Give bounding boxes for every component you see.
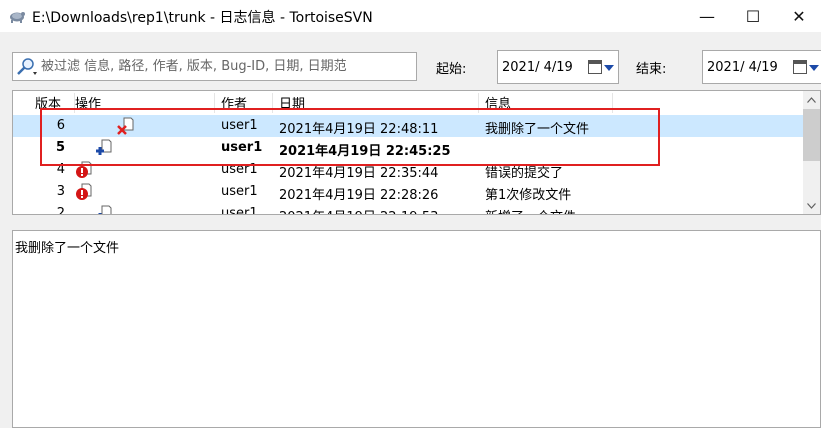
- modify-file-icon: [76, 161, 92, 178]
- date-cell: 2021年4月19日 22:48:11: [279, 122, 439, 137]
- date-cell: 2021年4月19日 22:19:53: [279, 206, 438, 214]
- start-date-label: 起始:: [436, 62, 467, 77]
- chevron-down-icon[interactable]: [809, 65, 819, 71]
- search-icon[interactable]: [15, 57, 39, 77]
- modify-file-icon: [76, 183, 92, 200]
- start-date-value[interactable]: 2021/ 4/19: [502, 60, 573, 75]
- revision-cell: 4: [56, 162, 65, 177]
- revision-cell: 5: [55, 140, 65, 155]
- window-title: E:\Downloads\rep1\trunk - 日志信息 - Tortois…: [32, 10, 373, 26]
- log-row[interactable]: 4 user1 2021年4月19日 22:35:44 错误的提交了: [13, 159, 803, 181]
- column-header-action[interactable]: 操作: [69, 93, 215, 113]
- calendar-icon[interactable]: [793, 60, 807, 74]
- log-row[interactable]: 5 user1 2021年4月19日 22:45:25: [13, 137, 803, 159]
- author-cell: user1: [221, 118, 258, 133]
- author-cell: user1: [221, 162, 258, 177]
- list-scrollbar[interactable]: [803, 91, 820, 214]
- date-cell: 2021年4月19日 22:35:44: [279, 166, 439, 181]
- column-header-date[interactable]: 日期: [273, 93, 479, 113]
- revision-cell: 2: [56, 206, 65, 215]
- message-cell: 第1次修改文件: [485, 188, 572, 203]
- filter-box[interactable]: [12, 52, 417, 81]
- log-message-panel[interactable]: 我删除了一个文件: [12, 230, 821, 428]
- end-date-value[interactable]: 2021/ 4/19: [707, 60, 778, 75]
- author-cell: user1: [221, 184, 258, 199]
- message-cell: 我删除了一个文件: [485, 122, 590, 137]
- maximize-button[interactable]: ☐: [730, 0, 776, 32]
- revision-cell: 3: [56, 184, 65, 199]
- date-cell: 2021年4月19日 22:45:25: [279, 144, 451, 159]
- author-cell: user1: [221, 206, 258, 215]
- column-header-message[interactable]: 信息: [479, 93, 613, 113]
- calendar-icon[interactable]: [588, 60, 602, 74]
- revision-cell: 6: [56, 118, 65, 133]
- title-bar: E:\Downloads\rep1\trunk - 日志信息 - Tortois…: [0, 0, 821, 32]
- delete-file-icon: [117, 117, 134, 135]
- message-cell: 错误的提交了: [485, 166, 564, 181]
- list-header: 版本 操作 作者 日期 信息: [13, 91, 803, 113]
- date-cell: 2021年4月19日 22:28:26: [279, 188, 439, 203]
- end-date-label: 结束:: [636, 62, 667, 77]
- scroll-thumb[interactable]: [803, 109, 820, 161]
- tortoise-icon: [10, 12, 25, 23]
- close-button[interactable]: ✕: [776, 0, 821, 32]
- end-date-picker[interactable]: 2021/ 4/19: [702, 50, 821, 84]
- add-file-icon: [96, 139, 112, 155]
- log-row[interactable]: 6 user1 2021年4月19日 22:48:11 我删除了一个文件: [13, 115, 803, 137]
- log-list[interactable]: 版本 操作 作者 日期 信息 6 user1 2021年4月19日 22:48:…: [12, 90, 821, 215]
- add-file-icon: [98, 205, 112, 214]
- filter-input[interactable]: [41, 57, 413, 76]
- log-message-text[interactable]: 我删除了一个文件: [15, 237, 119, 256]
- scroll-down-icon[interactable]: [803, 197, 820, 214]
- log-row[interactable]: 3 user1 2021年4月19日 22:28:26 第1次修改文件: [13, 181, 803, 203]
- scroll-up-icon[interactable]: [803, 91, 820, 108]
- start-date-picker[interactable]: 2021/ 4/19: [497, 50, 619, 84]
- author-cell: user1: [221, 140, 263, 155]
- log-row[interactable]: 2 user1 2021年4月19日 22:19:53 新增了一个文件: [13, 203, 803, 215]
- minimize-button[interactable]: —: [684, 0, 730, 32]
- chevron-down-icon[interactable]: [604, 65, 614, 71]
- message-cell: 新增了一个文件: [485, 206, 576, 214]
- column-header-author[interactable]: 作者: [215, 93, 273, 113]
